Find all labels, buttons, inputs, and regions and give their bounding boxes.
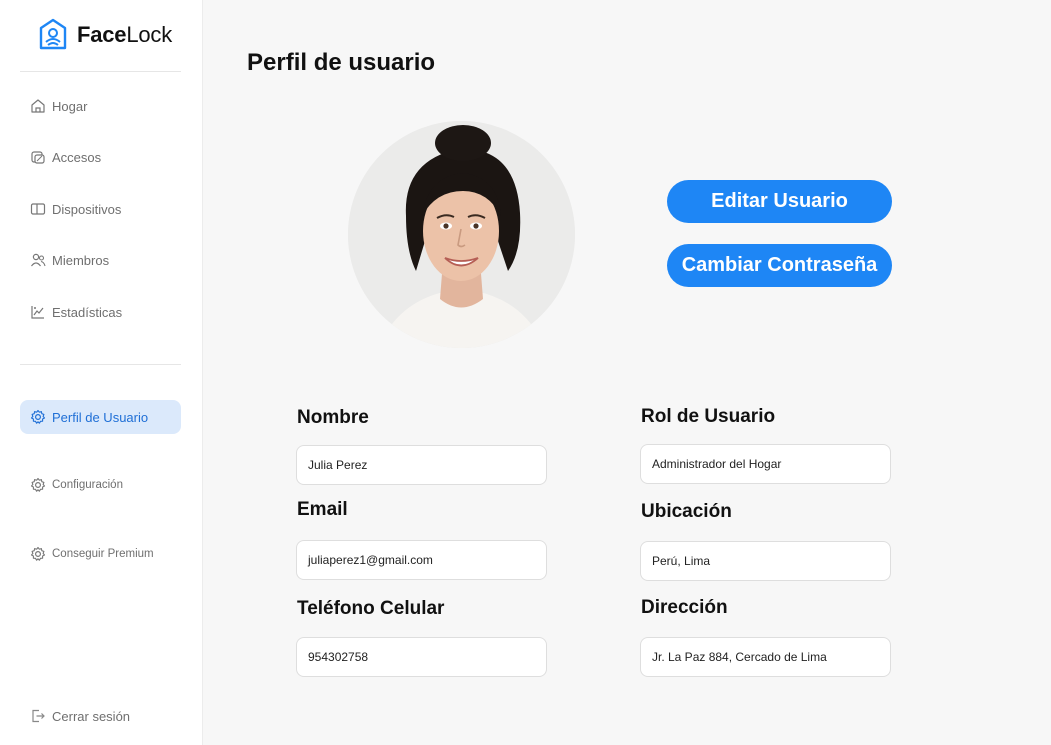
sidebar-item-label: Accesos [52,149,102,165]
sidebar-divider [20,364,181,365]
sidebar-item-miembros[interactable]: Miembros [20,243,181,277]
logout-button[interactable]: Cerrar sesión [20,699,181,733]
sidebar-item-perfil[interactable]: Perfil de Usuario [20,400,181,434]
access-icon [30,149,46,165]
logout-label: Cerrar sesión [52,708,131,724]
sidebar-item-configuracion[interactable]: Configuración [20,468,181,502]
sidebar-item-label: Perfil de Usuario [52,409,149,425]
sidebar-divider [20,71,181,72]
sidebar-item-label: Conseguir Premium [52,548,154,560]
sidebar-item-label: Configuración [52,479,123,491]
logout-icon [30,708,46,724]
sidebar-item-label: Dispositivos [52,201,122,217]
sidebar-item-premium[interactable]: Conseguir Premium [20,537,181,571]
devices-icon [30,201,46,217]
change-password-button[interactable]: Cambiar Contraseña [667,244,892,287]
sidebar-item-accesos[interactable]: Accesos [20,140,181,174]
nombre-label: Nombre [297,407,369,428]
sidebar-item-label: Hogar [52,98,88,114]
sidebar-item-label: Miembros [52,252,110,268]
rol-field[interactable]: Administrador del Hogar [640,444,891,484]
ubicacion-field[interactable]: Perú, Lima [640,541,891,581]
home-icon [30,98,46,114]
stats-icon [30,304,46,320]
rol-label: Rol de Usuario [641,406,776,427]
gear-icon [30,409,46,425]
telefono-label: Teléfono Celular [297,598,445,619]
nombre-field[interactable]: Julia Perez [296,445,547,485]
sidebar: FaceLock Hogar Accesos Dispositivos Miem… [0,0,203,745]
page-title: Perfil de usuario [247,49,436,76]
avatar[interactable] [348,121,575,348]
sidebar-item-hogar[interactable]: Hogar [20,89,181,123]
direccion-label: Dirección [641,597,728,618]
brand-name: FaceLock [77,22,173,47]
gear-icon [30,546,46,562]
brand-logo[interactable]: FaceLock [37,18,172,52]
members-icon [30,252,46,268]
gear-icon [30,477,46,493]
direccion-field[interactable]: Jr. La Paz 884, Cercado de Lima [640,637,891,677]
email-label: Email [297,499,348,520]
edit-user-button[interactable]: Editar Usuario [667,180,892,223]
sidebar-item-label: Estadísticas [52,304,123,320]
email-field[interactable]: juliaperez1@gmail.com [296,540,547,580]
telefono-field[interactable]: 954302758 [296,637,547,677]
sidebar-item-dispositivos[interactable]: Dispositivos [20,192,181,226]
sidebar-item-estadisticas[interactable]: Estadísticas [20,295,181,329]
facelock-logo-icon [37,18,69,52]
ubicacion-label: Ubicación [641,501,732,522]
